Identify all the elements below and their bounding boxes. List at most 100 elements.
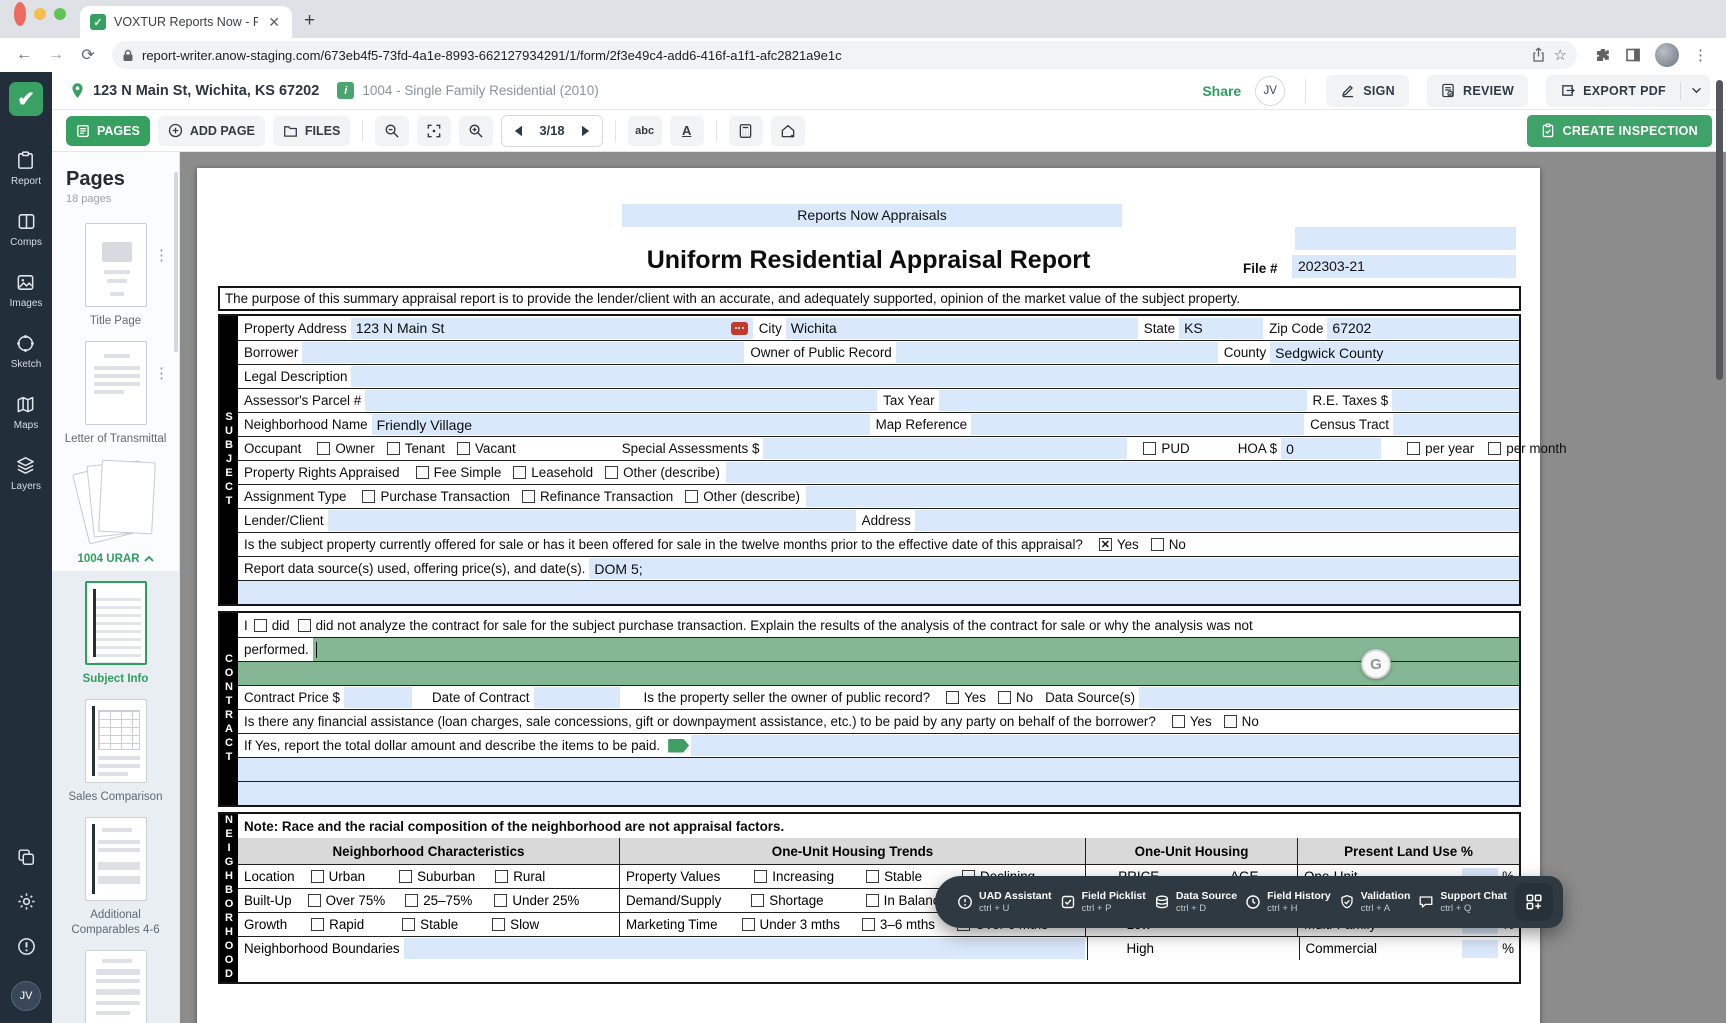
next-page-icon[interactable] [581,125,590,137]
contract-price-field[interactable] [344,687,413,708]
assignment-other-field[interactable] [806,486,1519,507]
rights-other-checkbox[interactable] [605,466,619,479]
location-suburban-checkbox[interactable] [399,870,413,883]
report-data-source-field[interactable]: DOM 5; [589,558,1519,579]
re-taxes-field[interactable] [1392,390,1519,411]
page-thumbnail-title-page[interactable]: ⋮ Title Page [52,215,179,333]
demand-shortage-checkbox[interactable] [751,894,765,907]
page-thumbnail-additional[interactable]: Additional [84,942,147,1023]
assignment-other-checkbox[interactable] [685,490,699,503]
values-increasing-checkbox[interactable] [754,870,768,883]
lender-address-field[interactable] [914,510,1519,531]
neighborhood-name-field[interactable]: Friendly Village [371,414,870,435]
marketing-3-6-checkbox[interactable] [861,918,875,931]
pud-checkbox[interactable] [1143,442,1157,455]
reload-icon[interactable]: ⟳ [74,41,102,69]
legal-description-field[interactable] [351,366,1519,387]
previous-page-icon[interactable] [514,125,523,137]
contract-analysis-textarea[interactable] [312,637,1519,662]
hoa-field[interactable]: 0 [1281,438,1382,459]
special-assessments-field[interactable] [763,438,1128,459]
extensions-puzzle-icon[interactable] [1595,47,1611,63]
tax-year-field[interactable] [938,390,1307,411]
city-field[interactable]: Wichita [785,317,1138,339]
contract-data-source-field[interactable] [1139,687,1519,708]
company-name-field[interactable]: Reports Now Appraisals [622,204,1122,227]
date-of-contract-field[interactable] [533,687,620,708]
form-info-icon[interactable]: i [337,82,355,99]
borrower-field[interactable] [302,342,745,363]
sidebar-item-images[interactable]: Images [10,272,42,309]
browser-tab[interactable]: ✓ VOXTUR Reports Now - Form ✕ [80,6,292,38]
neighborhood-boundaries-field[interactable] [403,938,1085,959]
file-number-field[interactable]: 202303-21 [1292,255,1516,278]
map-reference-field[interactable] [971,414,1305,435]
per-month-checkbox[interactable] [1488,442,1502,455]
builtup-over75-checkbox[interactable] [307,894,321,907]
sign-button[interactable]: SIGN [1326,74,1409,107]
browser-profile-avatar[interactable] [1655,43,1679,67]
occupant-tenant-checkbox[interactable] [386,442,400,455]
occupant-vacant-checkbox[interactable] [457,442,470,455]
review-button[interactable]: REVIEW [1427,74,1529,107]
builtup-under25-checkbox[interactable] [494,894,508,907]
rights-other-field[interactable] [725,462,1519,483]
parcel-field[interactable] [365,390,878,411]
zip-field[interactable]: 67202 [1327,317,1519,339]
growth-rapid-checkbox[interactable] [311,918,325,931]
field-history-button[interactable]: Field History ctrl + H [1245,890,1331,915]
property-address-field[interactable]: 123 N Main St [350,317,753,339]
offered-no-checkbox[interactable] [1150,538,1164,551]
apps-grid-button[interactable] [1514,883,1553,921]
fit-to-screen-button[interactable] [417,115,452,146]
growth-slow-checkbox[interactable] [492,918,506,931]
settings-gear-icon[interactable] [16,891,37,912]
census-tract-field[interactable] [1393,414,1519,435]
purchase-transaction-checkbox[interactable] [362,490,376,503]
assistance-amount-field[interactable] [691,735,1519,756]
user-avatar[interactable]: JV [11,981,41,1011]
new-tab-button[interactable]: + [292,10,315,38]
share-page-icon[interactable] [1531,47,1546,63]
page-thumbnail-letter-of-transmittal[interactable]: ⋮ Letter of Transmittal [52,333,179,451]
report-data-source-overflow-row[interactable] [238,580,1519,604]
commercial-percent-field[interactable] [1462,939,1499,958]
state-field[interactable]: KS [1179,317,1264,339]
zoom-in-button[interactable] [459,115,494,146]
contract-blank-row-1[interactable] [238,757,1519,781]
sidebar-item-maps[interactable]: Maps [14,394,38,431]
owner-of-record-field[interactable] [895,342,1218,363]
collapse-chevron-icon[interactable] [143,556,154,562]
fee-simple-checkbox[interactable] [415,466,429,479]
back-icon[interactable]: ← [10,41,38,69]
page-thumbnail-additional-comparables[interactable]: Additional Comparables 4-6 [52,809,179,942]
comment-indicator-icon[interactable] [730,321,748,335]
window-scrollbar-thumb[interactable] [1716,80,1723,380]
sidebar-item-report[interactable]: Report [11,150,41,187]
lender-client-field[interactable] [327,510,856,531]
did-checkbox[interactable] [253,618,267,632]
seller-yes-checkbox[interactable] [946,691,960,704]
duplicate-pages-button[interactable] [16,847,36,867]
builtup-25-75-checkbox[interactable] [405,894,419,907]
export-options-chevron-icon[interactable] [1691,87,1702,94]
voxtur-logo-icon[interactable]: ✔ [9,82,43,116]
browser-menu-icon[interactable]: ⋮ [1693,46,1708,64]
home-value-button[interactable] [770,115,805,146]
field-picklist-button[interactable]: Field Picklist ctrl + P [1060,890,1146,915]
demand-inbalance-checkbox[interactable] [865,894,879,907]
support-chat-button[interactable]: Support Chat ctrl + Q [1418,890,1507,915]
bookmark-star-icon[interactable]: ☆ [1554,46,1567,64]
calculator-button[interactable] [728,115,763,146]
sidebar-item-sketch[interactable]: Sketch [11,333,41,370]
refinance-transaction-checkbox[interactable] [522,490,535,503]
zoom-out-button[interactable] [375,115,410,146]
field-tag-icon[interactable] [668,738,690,753]
data-source-button[interactable]: Data Source ctrl + D [1154,890,1237,915]
minimize-window-button[interactable] [34,8,46,20]
page-menu-icon[interactable]: ⋮ [154,248,169,263]
offered-yes-checkbox[interactable]: ✕ [1098,538,1112,551]
create-inspection-button[interactable]: CREATE INSPECTION [1526,114,1712,147]
contract-blank-row-2[interactable] [238,781,1519,805]
sidebar-item-layers[interactable]: Layers [11,455,41,492]
